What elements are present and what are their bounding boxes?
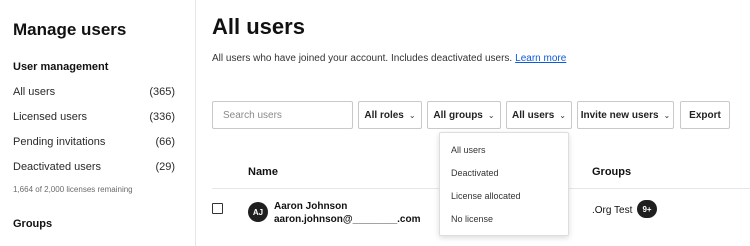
sidebar-groups-heading: Groups [13, 218, 53, 230]
user-name[interactable]: Aaron Johnson [274, 201, 347, 212]
all-groups-dropdown[interactable]: All groups ⌄ [427, 101, 501, 129]
sidebar-item-all-users[interactable]: All users (365) [13, 86, 175, 104]
sidebar-item-count: (365) [149, 86, 175, 98]
page-subtitle: All users who have joined your account. … [212, 53, 566, 64]
invite-users-label: Invite new users [580, 109, 659, 121]
user-email: aaron.johnson@________.com [274, 214, 421, 225]
sidebar: Manage users User management All users (… [0, 0, 196, 246]
menu-item-license-allocated[interactable]: License allocated [451, 191, 521, 201]
chevron-down-icon: ⌄ [663, 110, 671, 120]
all-groups-label: All groups [433, 109, 483, 121]
chevron-down-icon: ⌄ [408, 110, 416, 120]
column-header-name[interactable]: Name [248, 166, 278, 178]
sidebar-item-label: Deactivated users [13, 161, 102, 173]
export-label: Export [689, 109, 721, 121]
all-roles-label: All roles [364, 109, 404, 121]
chevron-down-icon: ⌄ [487, 110, 495, 120]
learn-more-link[interactable]: Learn more [515, 53, 566, 64]
subtitle-text: All users who have joined your account. … [212, 53, 513, 64]
column-header-groups[interactable]: Groups [592, 166, 631, 178]
sidebar-item-label: All users [13, 86, 56, 98]
sidebar-item-licensed-users[interactable]: Licensed users (336) [13, 111, 175, 129]
sidebar-title: Manage users [13, 20, 127, 39]
avatar: AJ [248, 202, 268, 222]
sidebar-item-count: (66) [155, 136, 175, 148]
menu-item-no-license[interactable]: No license [451, 214, 493, 224]
search-box [212, 101, 376, 129]
sidebar-item-label: Licensed users [13, 111, 87, 123]
license-note: 1,664 of 2,000 licenses remaining [13, 185, 133, 194]
page-title: All users [212, 14, 305, 39]
user-group: .Org Test [592, 205, 633, 216]
export-button[interactable]: Export [680, 101, 730, 129]
menu-item-all-users[interactable]: All users [451, 145, 486, 155]
row-checkbox[interactable] [212, 203, 223, 214]
search-input[interactable] [213, 102, 365, 128]
menu-item-deactivated[interactable]: Deactivated [451, 168, 499, 178]
chevron-down-icon: ⌄ [559, 110, 566, 120]
all-roles-dropdown[interactable]: All roles ⌄ [358, 101, 422, 129]
sidebar-item-label: Pending invitations [13, 136, 106, 148]
sidebar-item-count: (29) [155, 161, 175, 173]
all-users-label: All users [512, 109, 555, 121]
sidebar-item-count: (336) [149, 111, 175, 123]
all-users-dropdown[interactable]: All users ⌄ [506, 101, 572, 129]
sidebar-item-pending-invitations[interactable]: Pending invitations (66) [13, 136, 175, 154]
group-count-badge[interactable]: 9+ [637, 200, 657, 218]
sidebar-section-heading: User management [13, 61, 109, 73]
invite-users-dropdown[interactable]: Invite new users ⌄ [577, 101, 674, 129]
all-users-filter-menu: All users Deactivated License allocated … [439, 132, 569, 236]
main-content: All users All users who have joined your… [197, 0, 750, 246]
sidebar-item-deactivated-users[interactable]: Deactivated users (29) [13, 161, 175, 179]
